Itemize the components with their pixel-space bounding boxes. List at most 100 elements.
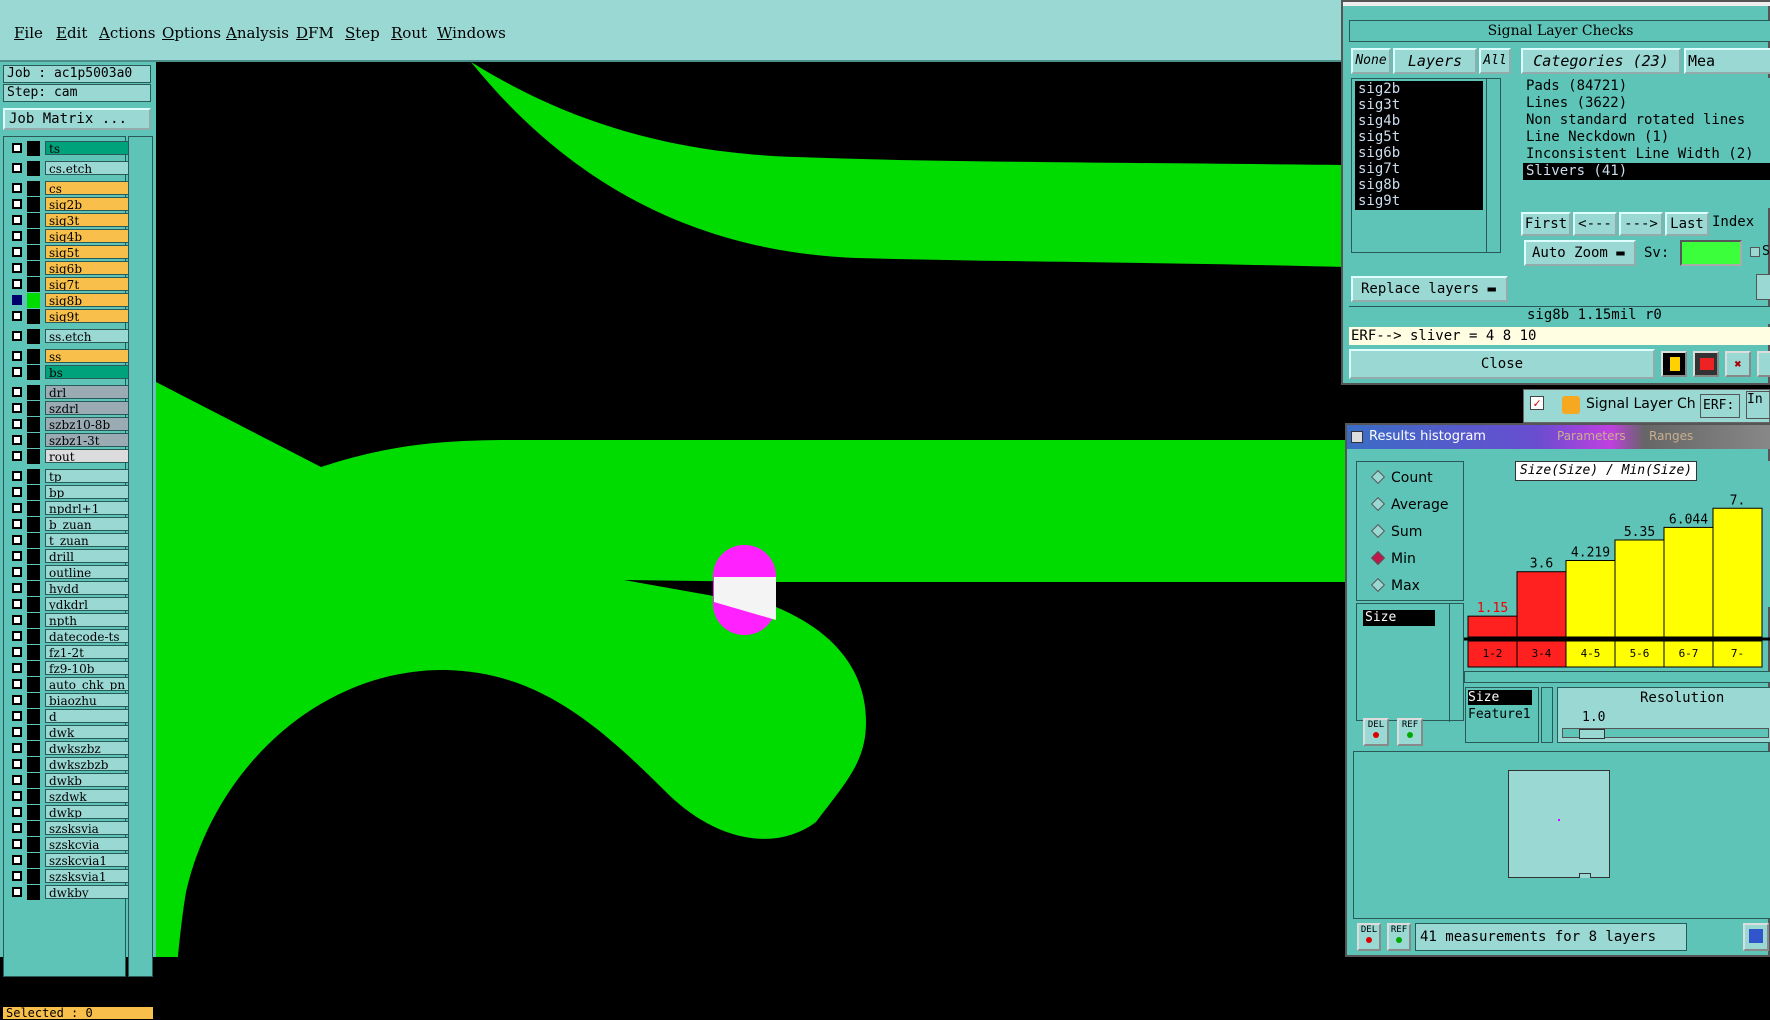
layer-name[interactable]: ydkdrl xyxy=(45,597,131,611)
layer-affected-checkbox[interactable] xyxy=(12,367,22,377)
layer-name[interactable]: bs xyxy=(45,365,131,379)
layer-name[interactable]: dwkb xyxy=(45,773,131,787)
layer-display-swatch[interactable] xyxy=(27,277,40,292)
layer-row[interactable]: szskcvia xyxy=(8,837,131,852)
erf-delete-icon[interactable]: ✖ xyxy=(1725,351,1751,377)
layer-display-swatch[interactable] xyxy=(27,805,40,820)
measure-list[interactable]: Size Feature1 xyxy=(1465,687,1539,743)
layer-row[interactable]: bs xyxy=(8,365,131,380)
field-size[interactable]: Size xyxy=(1363,610,1435,626)
layer-name[interactable]: szdwk xyxy=(45,789,131,803)
histogram-bar[interactable] xyxy=(1565,559,1616,638)
layer-display-swatch[interactable] xyxy=(27,485,40,500)
field-list-scrollbar[interactable] xyxy=(1449,604,1463,722)
layer-row[interactable]: sig6b xyxy=(8,261,131,276)
del-button-2[interactable]: DEL xyxy=(1357,923,1381,951)
layer-name[interactable]: tp xyxy=(45,469,131,483)
layer-display-swatch[interactable] xyxy=(27,709,40,724)
histogram-field-list[interactable]: Size xyxy=(1356,603,1464,722)
layer-affected-checkbox[interactable] xyxy=(12,583,22,593)
layer-display-swatch[interactable] xyxy=(27,141,40,156)
layer-affected-checkbox[interactable] xyxy=(12,419,22,429)
layer-row[interactable]: dwk xyxy=(8,725,131,740)
rv-category-item[interactable]: Slivers (41) xyxy=(1523,163,1770,180)
layer-display-swatch[interactable] xyxy=(27,645,40,660)
layer-name[interactable]: auto_chk_pn xyxy=(45,677,131,691)
layer-affected-checkbox[interactable] xyxy=(12,215,22,225)
task-title[interactable]: Signal Layer Ch xyxy=(1586,396,1696,412)
layer-name[interactable]: sig8b xyxy=(45,293,131,307)
layer-row[interactable]: d xyxy=(8,709,131,724)
layer-display-swatch[interactable] xyxy=(27,449,40,464)
layer-display-swatch[interactable] xyxy=(27,309,40,324)
layer-affected-checkbox[interactable] xyxy=(12,231,22,241)
layer-name[interactable]: sig4b xyxy=(45,229,131,243)
layer-display-swatch[interactable] xyxy=(27,329,40,344)
layer-row[interactable]: cs.etch xyxy=(8,161,131,176)
layer-name[interactable]: datecode-ts xyxy=(45,629,131,643)
rv-category-item[interactable]: Non standard rotated lines xyxy=(1523,112,1770,129)
del-button[interactable]: DEL xyxy=(1363,718,1389,746)
layer-name[interactable]: fz9-10b xyxy=(45,661,131,675)
layer-row[interactable]: szskcvia1 xyxy=(8,853,131,868)
layer-row[interactable]: npth xyxy=(8,613,131,628)
layer-row[interactable]: dwkb xyxy=(8,773,131,788)
layer-row[interactable]: outline xyxy=(8,565,131,580)
layer-display-swatch[interactable] xyxy=(27,869,40,884)
layer-name[interactable]: biaozhu xyxy=(45,693,131,707)
layer-row[interactable]: fz1-2t xyxy=(8,645,131,660)
layer-affected-checkbox[interactable] xyxy=(12,451,22,461)
menu-edit[interactable]: Edit xyxy=(56,24,87,42)
layer-row[interactable]: sig3t xyxy=(8,213,131,228)
layer-affected-checkbox[interactable] xyxy=(12,199,22,209)
layer-affected-checkbox[interactable] xyxy=(12,791,22,801)
layer-row[interactable]: bp xyxy=(8,485,131,500)
layer-name[interactable]: sig7t xyxy=(45,277,131,291)
layer-display-swatch[interactable] xyxy=(27,565,40,580)
radio-sum[interactable]: Sum xyxy=(1370,523,1422,540)
rv-layer-list[interactable]: sig2b sig3t sig4b sig5t sig6b sig7t sig8b sig9t xyxy=(1351,78,1501,253)
first-button[interactable]: First xyxy=(1521,212,1571,236)
tool-icon-4[interactable] xyxy=(1757,351,1770,377)
layer-row[interactable]: szbz1-3t xyxy=(8,433,131,448)
layer-row[interactable]: sig4b xyxy=(8,229,131,244)
layer-display-swatch[interactable] xyxy=(27,385,40,400)
layer-row[interactable]: tp xyxy=(8,469,131,484)
layer-display-swatch[interactable] xyxy=(27,677,40,692)
layer-row[interactable]: sig7t xyxy=(8,277,131,292)
layer-affected-checkbox[interactable] xyxy=(12,143,22,153)
layer-affected-checkbox[interactable] xyxy=(12,163,22,173)
layer-affected-checkbox[interactable] xyxy=(12,775,22,785)
menu-options[interactable]: Options xyxy=(162,24,221,42)
rv-category-list[interactable]: Pads (84721) Lines (3622) Non standard rot… xyxy=(1521,78,1770,208)
layer-display-swatch[interactable] xyxy=(27,549,40,564)
layer-row[interactable]: szbz10-8b xyxy=(8,417,131,432)
menu-analysis[interactable]: Analysis xyxy=(226,24,289,42)
layer-name[interactable]: npdrl+1 xyxy=(45,501,131,515)
layer-affected-checkbox[interactable] xyxy=(12,711,22,721)
rv-layer-item[interactable]: sig5t xyxy=(1355,129,1483,146)
ref-button-2[interactable]: REF xyxy=(1387,923,1411,951)
layer-name[interactable]: dwkp xyxy=(45,805,131,819)
rv-category-item[interactable]: Line Neckdown (1) xyxy=(1523,129,1770,146)
layer-affected-checkbox[interactable] xyxy=(12,663,22,673)
layer-name[interactable]: sig2b xyxy=(45,197,131,211)
layer-display-swatch[interactable] xyxy=(27,597,40,612)
layer-row[interactable]: biaozhu xyxy=(8,693,131,708)
layer-row[interactable]: auto_chk_pn xyxy=(8,677,131,692)
layer-name[interactable]: szskcvia1 xyxy=(45,853,131,867)
layer-row[interactable]: rout xyxy=(8,449,131,464)
layer-name[interactable]: dwk xyxy=(45,725,131,739)
auto-zoom-select[interactable]: Auto Zoom ▬ xyxy=(1524,240,1636,266)
layer-affected-checkbox[interactable] xyxy=(12,279,22,289)
measure-size[interactable]: Size xyxy=(1468,690,1532,705)
layer-row[interactable]: sig9t xyxy=(8,309,131,324)
layer-display-swatch[interactable] xyxy=(27,757,40,772)
layer-display-swatch[interactable] xyxy=(27,789,40,804)
layer-name[interactable]: d xyxy=(45,709,131,723)
layer-row[interactable]: szdrl xyxy=(8,401,131,416)
layer-affected-checkbox[interactable] xyxy=(12,695,22,705)
measure-button[interactable]: Mea xyxy=(1684,48,1770,74)
layer-display-swatch[interactable] xyxy=(27,349,40,364)
menu-dfm[interactable]: DFM xyxy=(296,24,334,42)
